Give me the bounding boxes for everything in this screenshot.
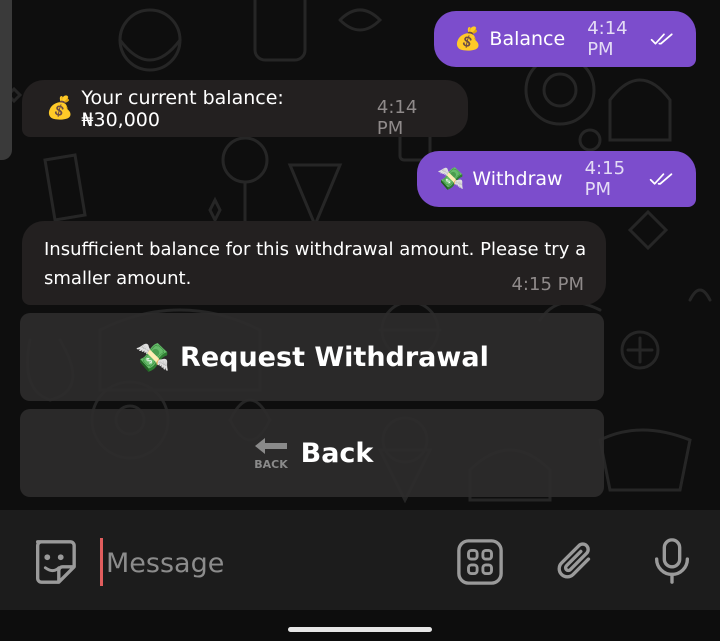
money-with-wings-emoji: 💸 — [437, 166, 465, 192]
message-time: 4:14 PM — [587, 18, 628, 60]
incoming-message[interactable]: Insufficient balance for this withdrawal… — [22, 221, 606, 305]
message-time: 4:14 PM — [376, 96, 418, 139]
money-with-wings-emoji: 💸 — [135, 340, 171, 374]
double-check-icon — [649, 173, 673, 185]
message-text: Withdraw — [472, 168, 563, 190]
request-withdrawal-button[interactable]: 💸 Request Withdrawal — [20, 313, 604, 401]
back-arrow-icon: BACK — [254, 438, 288, 470]
message-time: 4:15 PM — [584, 158, 626, 200]
attach-paperclip-icon[interactable] — [552, 538, 600, 586]
back-icon-text: BACK — [254, 458, 288, 470]
outgoing-message[interactable]: 💰 Balance 4:14 PM — [434, 11, 696, 67]
button-label: Request Withdrawal — [180, 341, 489, 373]
message-input[interactable] — [104, 534, 438, 592]
button-label: Back — [300, 437, 374, 469]
message-text: Your current balance: ₦30,000 — [81, 86, 284, 131]
message-text: Insufficient balance for this withdrawal… — [44, 239, 587, 289]
message-text: Balance — [489, 28, 566, 50]
money-bag-emoji: 💰 — [454, 26, 482, 52]
sticker-icon[interactable] — [30, 538, 78, 586]
message-time: 4:15 PM — [511, 274, 584, 295]
bot-menu-grid-icon[interactable] — [456, 538, 504, 586]
message-input-bar — [0, 510, 720, 610]
chat-area[interactable]: 💰 Balance 4:14 PM 💰 Your current balance… — [0, 0, 720, 510]
scroll-edge — [0, 0, 12, 160]
incoming-message[interactable]: 💰 Your current balance: ₦30,000 4:14 PM — [22, 80, 468, 139]
text-caret — [100, 538, 103, 586]
double-check-icon — [650, 33, 673, 45]
microphone-icon[interactable] — [648, 536, 696, 586]
money-bag-emoji: 💰 — [46, 96, 74, 121]
home-gesture-pill[interactable] — [288, 627, 432, 632]
outgoing-message[interactable]: 💸 Withdraw 4:15 PM — [417, 151, 696, 207]
system-navigation-bar — [0, 610, 720, 641]
back-button[interactable]: BACK Back — [20, 409, 604, 497]
